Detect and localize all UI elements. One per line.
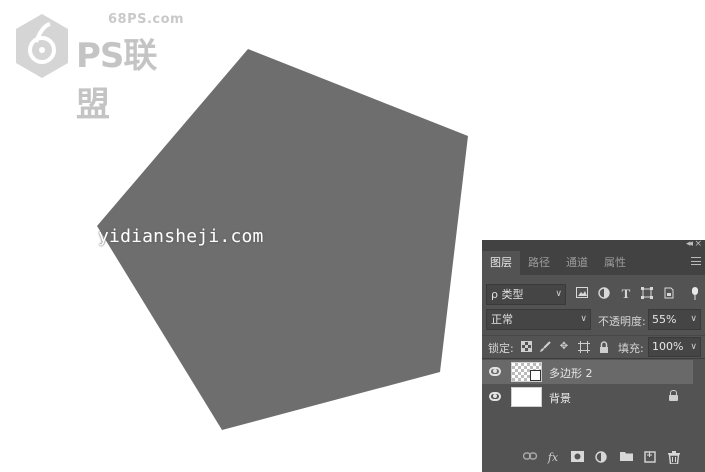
layers-panel: ◂◂ × 图层 路径 通道 属性 ρ 类型 ∨ T 正常 ∨ 不透明度: 55%… <box>482 239 705 472</box>
lock-transparent-pixels-icon[interactable] <box>520 341 532 353</box>
panel-menu-icon[interactable] <box>691 257 701 265</box>
blend-row: 正常 ∨ 不透明度: 55% ∨ <box>482 309 705 333</box>
blend-mode-value: 正常 <box>491 313 513 326</box>
smart-object-filter-icon[interactable] <box>662 287 676 301</box>
logo-mark-icon <box>16 14 68 78</box>
eye-icon[interactable] <box>489 392 501 401</box>
new-layer-icon[interactable] <box>643 451 657 465</box>
filter-kind-select[interactable]: ρ 类型 ∨ <box>486 284 566 305</box>
tab-properties[interactable]: 属性 <box>596 251 634 275</box>
opacity-field[interactable]: 55% ∨ <box>648 309 701 330</box>
panel-tabs: 图层 路径 通道 属性 <box>482 251 705 275</box>
shape-layer-filter-icon[interactable] <box>640 287 654 301</box>
layer-thumbnail <box>511 362 542 382</box>
panel-bottom-bar: fx <box>482 444 705 472</box>
add-mask-icon[interactable] <box>570 451 584 465</box>
lock-all-icon[interactable] <box>598 341 610 353</box>
opacity-value: 55% <box>652 313 677 326</box>
folder-icon[interactable] <box>619 451 633 465</box>
logo-site-text: 68PS.com <box>108 12 185 27</box>
lock-icon[interactable] <box>669 390 678 401</box>
tab-layers[interactable]: 图层 <box>482 251 520 275</box>
close-panel-icon[interactable]: × <box>694 239 702 249</box>
brush-icon[interactable] <box>539 341 551 353</box>
logo-brand-text: PS联盟 <box>76 36 157 125</box>
chevron-down-icon[interactable]: ∨ <box>690 310 697 329</box>
chevron-down-icon[interactable]: ∨ <box>690 338 697 356</box>
link-layers-icon[interactable] <box>522 451 538 465</box>
chevron-down-icon: ∨ <box>580 314 587 324</box>
layer-filter-row: ρ 类型 ∨ T <box>482 284 705 306</box>
layer-name[interactable]: 多边形 2 <box>549 365 593 381</box>
filter-toggle-icon[interactable] <box>692 287 698 300</box>
lock-row: 锁定: ✥ 填充: 100% ∨ <box>482 335 705 357</box>
layer-row-polygon-2[interactable]: 多边形 2 <box>482 360 693 384</box>
fill-label: 填充: <box>618 342 644 355</box>
layer-name[interactable]: 背景 <box>549 390 571 406</box>
adjustment-layer-filter-icon[interactable] <box>597 287 611 301</box>
opacity-label: 不透明度: <box>598 315 646 328</box>
lock-label: 锁定: <box>488 342 514 355</box>
shape-thumbnail-icon <box>530 370 541 381</box>
watermark-text: yidiansheji.com <box>98 226 264 247</box>
tab-paths[interactable]: 路径 <box>520 251 558 275</box>
blend-mode-select[interactable]: 正常 ∨ <box>486 309 591 330</box>
type-layer-filter-icon[interactable]: T <box>619 287 633 301</box>
eye-icon[interactable] <box>489 367 501 376</box>
fill-field[interactable]: 100% ∨ <box>648 337 701 357</box>
layer-list: 多边形 2 背景 <box>482 358 705 448</box>
adjustment-layer-icon[interactable] <box>594 451 608 465</box>
move-icon[interactable]: ✥ <box>558 341 570 353</box>
search-icon: ρ <box>491 288 498 301</box>
fill-value: 100% <box>652 340 684 353</box>
fx-icon[interactable]: fx <box>546 451 560 465</box>
watermark-logo: 68PS.com PS联盟 <box>12 12 185 125</box>
artboard-icon[interactable] <box>578 341 590 353</box>
collapse-panel-icon[interactable]: ◂◂ <box>686 239 693 249</box>
pixel-layer-filter-icon[interactable] <box>575 287 589 301</box>
filter-kind-label: 类型 <box>501 288 524 301</box>
layer-thumbnail <box>511 387 542 407</box>
tab-channels[interactable]: 通道 <box>558 251 596 275</box>
panel-title-bar: ◂◂ × <box>482 239 705 251</box>
trash-icon[interactable] <box>667 451 681 465</box>
chevron-down-icon: ∨ <box>555 289 562 299</box>
layer-row-background[interactable]: 背景 <box>482 385 705 409</box>
